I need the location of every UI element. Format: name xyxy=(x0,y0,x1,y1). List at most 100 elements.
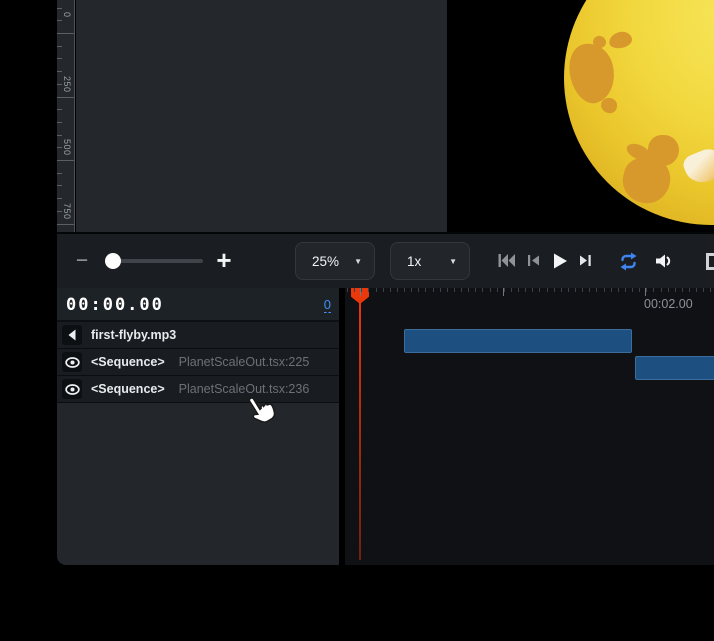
ruler-tick xyxy=(57,135,62,136)
timeline-tick xyxy=(539,288,540,292)
timeline-tick xyxy=(625,288,626,292)
timeline-panel: 00:00.00 0 first-flyby.mp3 xyxy=(57,288,714,565)
playback-rate-value: 1x xyxy=(407,254,421,269)
previous-frame-icon xyxy=(527,252,541,270)
track-row-sequence[interactable]: <Sequence> PlanetScaleOut.tsx:225 xyxy=(57,349,339,376)
timeline-time-label: 00:02.00 xyxy=(644,297,693,311)
ruler-tick xyxy=(57,198,62,199)
previous-frame-button[interactable] xyxy=(527,252,541,270)
timeline-tick xyxy=(482,288,483,292)
timeline-tick xyxy=(611,288,612,292)
volume-button[interactable] xyxy=(654,252,674,270)
eye-icon xyxy=(64,355,81,370)
timeline-tick xyxy=(504,288,505,292)
timeline-tick xyxy=(646,288,647,292)
timeline-tick xyxy=(354,288,355,292)
timeline-tick xyxy=(639,288,640,292)
ruler-tick xyxy=(57,211,62,212)
timeline-clip-bar[interactable] xyxy=(635,356,714,380)
track-row-sequence[interactable]: <Sequence> PlanetScaleOut.tsx:236 xyxy=(57,376,339,403)
timeline-tick xyxy=(561,288,562,292)
loop-icon xyxy=(618,252,639,271)
mute-toggle[interactable] xyxy=(62,325,82,345)
timeline-tick xyxy=(661,288,662,292)
timeline-tick xyxy=(618,288,619,292)
ruler-tick xyxy=(57,97,74,98)
timeline-tick xyxy=(575,288,576,292)
timeline-clip-bar[interactable] xyxy=(404,329,632,353)
timeline-tick xyxy=(518,288,519,292)
timeline-tick xyxy=(468,288,469,292)
ruler-tick xyxy=(57,33,74,34)
timeline-tick xyxy=(418,288,419,292)
timeline-tick xyxy=(397,288,398,292)
track-label: <Sequence> xyxy=(91,355,165,369)
skip-to-start-icon xyxy=(498,252,516,270)
ruler-tick xyxy=(57,84,62,85)
timeline-tick xyxy=(511,288,512,292)
timeline-tick-major xyxy=(360,288,361,296)
timeline-tick xyxy=(582,288,583,292)
zoom-out-button[interactable]: − xyxy=(71,248,93,274)
timeline-tick xyxy=(490,288,491,292)
track-source: PlanetScaleOut.tsx:225 xyxy=(179,355,310,369)
next-frame-button[interactable] xyxy=(578,252,592,270)
planet-crater xyxy=(564,39,621,108)
remotion-studio-window: 0 250 500 750 − + 25% ▼ xyxy=(0,0,714,641)
track-label: <Sequence> xyxy=(91,382,165,396)
fullscreen-icon[interactable] xyxy=(706,253,714,270)
visibility-toggle[interactable] xyxy=(62,379,82,399)
skip-to-start-button[interactable] xyxy=(498,252,516,270)
ruler-label: 0 xyxy=(62,12,72,18)
timeline-tick xyxy=(433,288,434,292)
next-frame-icon xyxy=(578,252,592,270)
canvas-background xyxy=(76,0,447,232)
timeline-tick xyxy=(454,288,455,292)
timeline-tick xyxy=(710,288,711,292)
vertical-ruler: 0 250 500 750 xyxy=(57,0,75,232)
track-label: first-flyby.mp3 xyxy=(91,328,176,342)
timeline-tick xyxy=(653,288,654,292)
ruler-tick xyxy=(57,224,74,225)
ruler-label: 500 xyxy=(62,139,72,156)
planet-crater xyxy=(600,97,618,115)
timeline-tick xyxy=(589,288,590,292)
zoom-in-button[interactable]: + xyxy=(211,245,237,275)
timeline-tick xyxy=(440,288,441,292)
canvas-scale-value: 25% xyxy=(312,254,339,269)
ruler-tick xyxy=(57,160,74,161)
timeline-tick xyxy=(376,288,377,292)
timeline-tick xyxy=(347,288,348,292)
current-frame-link[interactable]: 0 xyxy=(324,297,331,313)
timeline-tick xyxy=(383,288,384,292)
timeline-tick xyxy=(525,288,526,292)
timeline-tick xyxy=(368,288,369,292)
ruler-tick xyxy=(57,185,62,186)
ruler-tick xyxy=(57,122,62,123)
composition-preview xyxy=(447,0,714,232)
speaker-icon xyxy=(64,327,80,343)
ruler-tick xyxy=(57,147,62,148)
play-button[interactable] xyxy=(551,252,569,270)
hand-pointer-cursor xyxy=(244,394,278,430)
eye-icon xyxy=(64,382,81,397)
playback-rate-select[interactable]: 1x ▼ xyxy=(390,242,470,280)
ruler-tick xyxy=(57,109,62,110)
track-row-audio[interactable]: first-flyby.mp3 xyxy=(57,322,339,349)
ruler-tick xyxy=(57,8,62,9)
timeline-tick xyxy=(689,288,690,292)
timeline-tick xyxy=(411,288,412,292)
canvas-scale-select[interactable]: 25% ▼ xyxy=(295,242,375,280)
visibility-toggle[interactable] xyxy=(62,352,82,372)
timeline-tick xyxy=(497,288,498,292)
ruler-label: 750 xyxy=(62,203,72,220)
loop-toggle-button[interactable] xyxy=(618,252,639,270)
timeline-tick xyxy=(604,288,605,292)
track-list-panel: 00:00.00 0 first-flyby.mp3 xyxy=(57,288,339,565)
zoom-slider-thumb[interactable] xyxy=(105,253,121,269)
timeline-track-area[interactable]: 00:02.00 xyxy=(345,288,714,565)
timeline-tick xyxy=(568,288,569,292)
ruler-tick xyxy=(57,58,62,59)
timeline-tick xyxy=(547,288,548,292)
canvas-stage: 0 250 500 750 xyxy=(0,0,714,232)
